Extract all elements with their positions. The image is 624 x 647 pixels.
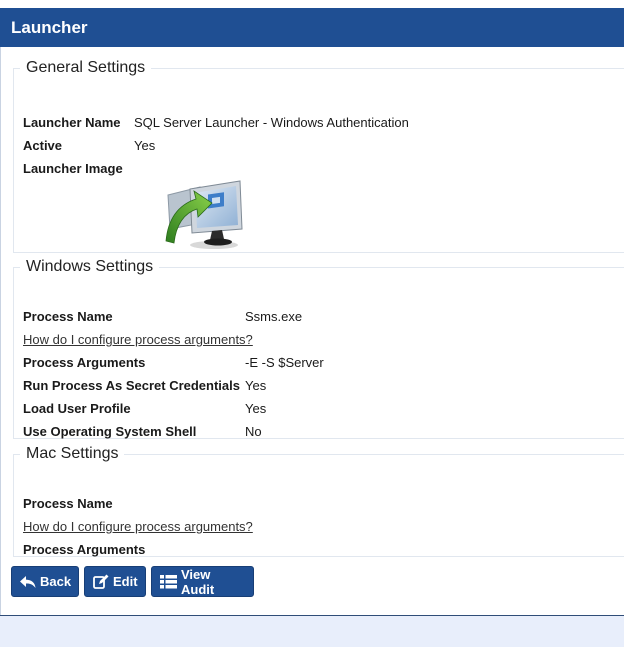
windows-process-args-value: -E -S $Server <box>245 355 324 370</box>
use-os-shell-label: Use Operating System Shell <box>23 424 197 439</box>
active-value: Yes <box>134 138 156 153</box>
run-as-secret-credentials-label: Run Process As Secret Credentials <box>23 378 240 393</box>
mac-process-name-label: Process Name <box>23 496 113 511</box>
edit-button-label: Edit <box>113 574 138 589</box>
back-button-label: Back <box>40 574 72 589</box>
windows-process-name-label: Process Name <box>23 309 113 324</box>
main-content: General Settings Launcher Name SQL Serve… <box>0 47 624 615</box>
back-button[interactable]: Back <box>11 566 79 597</box>
windows-process-args-help-link[interactable]: How do I configure process arguments? <box>23 332 253 347</box>
monitor-with-green-arrow-icon <box>162 179 246 253</box>
top-spacer <box>0 0 624 8</box>
mac-process-args-label: Process Arguments <box>23 542 146 557</box>
page-header: Launcher <box>0 8 624 47</box>
use-os-shell-value: No <box>245 424 262 439</box>
launcher-name-value: SQL Server Launcher - Windows Authentica… <box>134 115 409 130</box>
mac-settings-legend: Mac Settings <box>26 445 119 462</box>
general-settings-section: General Settings Launcher Name SQL Serve… <box>13 59 624 253</box>
mac-process-args-help-link[interactable]: How do I configure process arguments? <box>23 519 253 534</box>
edit-button[interactable]: Edit <box>84 566 146 597</box>
page-footer <box>0 615 624 647</box>
edit-icon <box>93 574 109 589</box>
view-audit-button[interactable]: View Audit <box>151 566 254 597</box>
view-audit-button-label: View Audit <box>181 566 215 597</box>
active-label: Active <box>23 138 63 153</box>
list-icon <box>160 574 177 589</box>
load-user-profile-value: Yes <box>245 401 267 416</box>
windows-process-name-value: Ssms.exe <box>245 309 303 324</box>
launcher-image-label: Launcher Image <box>23 161 123 176</box>
windows-settings-section: Windows Settings Process Name Ssms.exe H… <box>13 258 624 439</box>
run-as-secret-credentials-value: Yes <box>245 378 267 393</box>
load-user-profile-label: Load User Profile <box>23 401 131 416</box>
general-settings-legend: General Settings <box>26 59 146 76</box>
mac-settings-section: Mac Settings Process Name How do I confi… <box>13 445 624 557</box>
page-title: Launcher <box>11 17 88 37</box>
windows-process-args-label: Process Arguments <box>23 355 146 370</box>
launcher-name-label: Launcher Name <box>23 115 121 130</box>
windows-settings-legend: Windows Settings <box>26 258 154 275</box>
reply-arrow-icon <box>20 575 36 589</box>
